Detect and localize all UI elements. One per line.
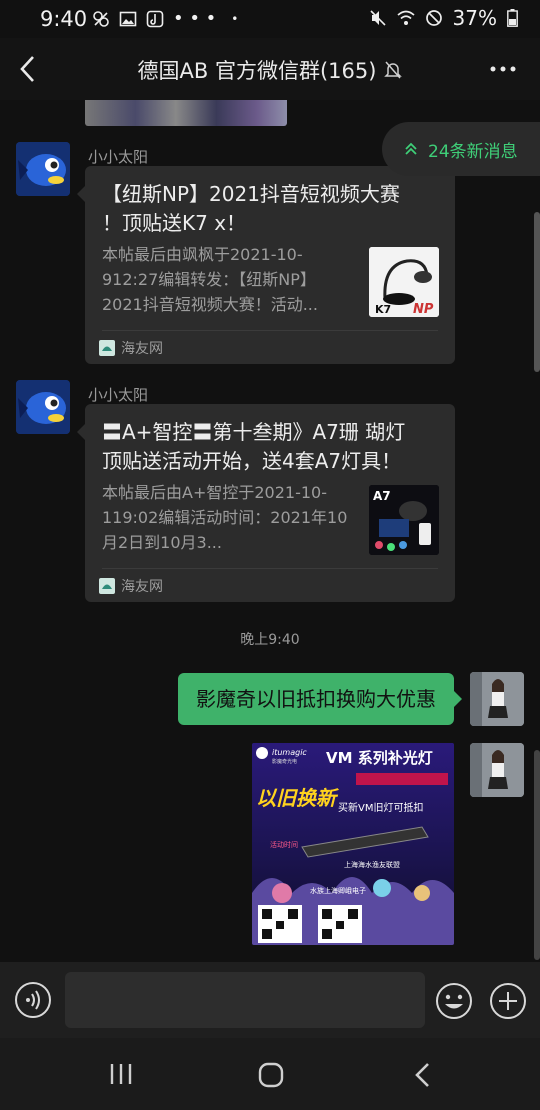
battery-icon xyxy=(507,9,518,27)
card-source-label: 海友网 xyxy=(121,341,163,357)
card-description: 本帖最后由A+智控于2021-10-119:02编辑活动时间：2021年10月2… xyxy=(102,483,348,552)
poster-deduct-text: 买新VM旧灯可抵扣 xyxy=(338,801,423,814)
avatar[interactable] xyxy=(16,142,70,196)
new-messages-pill[interactable]: 24条新消息 xyxy=(382,122,540,176)
fish-avatar-icon xyxy=(16,142,70,196)
sender-name: 小小太阳 xyxy=(88,386,149,404)
card-thumbnail: A7 xyxy=(369,485,439,555)
tiktok-icon xyxy=(146,10,164,27)
link-card[interactable]: 〓A+智控〓第十叁期》A7珊 瑚灯顶贴送活动开始，送4套A7灯具！ 本帖最后由A… xyxy=(77,404,455,602)
status-icons-right: 37% xyxy=(369,6,518,30)
card-title: 【纽斯NP】2021抖音短视频大赛 ！顶贴送K7 x！ xyxy=(102,182,400,235)
card-source-label: 海友网 xyxy=(121,579,163,595)
poster-vendor: 水族上海卿峨电子 xyxy=(310,886,366,895)
person-avatar-icon xyxy=(470,672,524,726)
battery-percent: 37% xyxy=(452,6,497,30)
message-input[interactable] xyxy=(65,972,425,1028)
previous-image-message[interactable] xyxy=(85,100,287,126)
add-attachment-icon[interactable] xyxy=(488,981,528,1021)
card-divider xyxy=(102,568,438,569)
more-options-icon[interactable] xyxy=(488,54,518,84)
image-icon xyxy=(119,11,137,26)
dot-icon: • xyxy=(231,11,239,26)
poster-brand-sub: 影魔奇光电 xyxy=(272,758,297,765)
poster-brand: itumagic xyxy=(272,748,307,757)
status-bar: 9:40 • • • • 37% xyxy=(0,0,540,38)
no-data-icon xyxy=(93,10,109,27)
self-avatar[interactable] xyxy=(470,743,524,797)
scroll-track xyxy=(534,750,540,960)
wifi-icon xyxy=(396,10,415,25)
message-timestamp: 晚上9:40 xyxy=(240,632,300,648)
card-description: 本帖最后由飒枫于2021-10-912:27编辑转发：【纽斯NP】2021抖音短… xyxy=(102,245,318,314)
haiyou-site-icon xyxy=(99,578,115,594)
bell-off-icon xyxy=(384,61,403,79)
fish-avatar-icon xyxy=(16,380,70,434)
emoji-icon[interactable] xyxy=(434,981,474,1021)
promo-image-message[interactable]: itumagic 影魔奇光电 VM 系列补光灯 以旧换新 买新VM旧灯可抵扣 活… xyxy=(252,743,454,945)
card-source: 海友网 xyxy=(99,576,163,596)
poster-trade-in: 以旧换新 xyxy=(256,786,340,810)
card-divider xyxy=(102,330,438,331)
system-nav-bar xyxy=(0,1038,540,1110)
haiyou-site-icon xyxy=(99,340,115,356)
card-title: 〓A+智控〓第十叁期》A7珊 瑚灯顶贴送活动开始，送4套A7灯具！ xyxy=(102,420,406,473)
double-chevron-up-icon xyxy=(405,142,417,155)
chat-header: 德国AB 官方微信群(165) xyxy=(0,38,540,100)
mute-icon xyxy=(369,10,386,26)
home-icon[interactable] xyxy=(258,1062,284,1088)
svg-text:活动时间: 活动时间 xyxy=(270,840,298,849)
sender-name: 小小太阳 xyxy=(88,148,149,166)
chat-title: 德国AB 官方微信群(165) xyxy=(0,55,540,85)
recent-apps-icon[interactable] xyxy=(108,1062,134,1086)
link-card[interactable]: 【纽斯NP】2021抖音短视频大赛 ！顶贴送K7 x！ 本帖最后由飒枫于2021… xyxy=(77,166,455,364)
nav-back-icon[interactable] xyxy=(412,1061,434,1089)
status-icons-left: • • • • xyxy=(92,8,238,29)
a7-light-thumbnail-image: A7 xyxy=(369,485,439,555)
poster-alliance: 上海海水渔友联盟 xyxy=(344,860,400,869)
do-not-disturb-icon xyxy=(425,10,442,26)
vm-light-promo-poster: itumagic 影魔奇光电 VM 系列补光灯 以旧换新 买新VM旧灯可抵扣 活… xyxy=(252,743,454,945)
card-source: 海友网 xyxy=(99,338,163,358)
poster-headline: VM 系列补光灯 xyxy=(326,749,433,767)
lamp-thumbnail-image: K7 NP xyxy=(369,247,439,317)
new-messages-label: 24条新消息 xyxy=(428,141,518,162)
card-thumbnail: K7 NP xyxy=(369,247,439,317)
voice-input-icon[interactable] xyxy=(14,981,52,1019)
self-text-bubble[interactable]: 影魔奇以旧抵扣换购大优惠 xyxy=(178,673,462,725)
scroll-indicator[interactable] xyxy=(534,212,540,372)
thumb-np-label: NP xyxy=(413,302,434,317)
person-avatar-icon xyxy=(470,743,524,797)
more-notifications-icon: • • • xyxy=(173,8,217,29)
chat-area[interactable]: 小小太阳 【纽斯NP】2021抖音短视频大赛 ！顶贴送K7 x！ 本帖最后由飒枫… xyxy=(0,100,540,962)
status-time: 9:40 xyxy=(40,7,88,31)
chat-title-text: 德国AB 官方微信群(165) xyxy=(137,59,377,83)
input-bar xyxy=(0,962,540,1038)
self-avatar[interactable] xyxy=(470,672,524,726)
thumb-k7-label: K7 xyxy=(375,303,391,316)
thumb-a7-label: A7 xyxy=(373,489,391,503)
avatar[interactable] xyxy=(16,380,70,434)
